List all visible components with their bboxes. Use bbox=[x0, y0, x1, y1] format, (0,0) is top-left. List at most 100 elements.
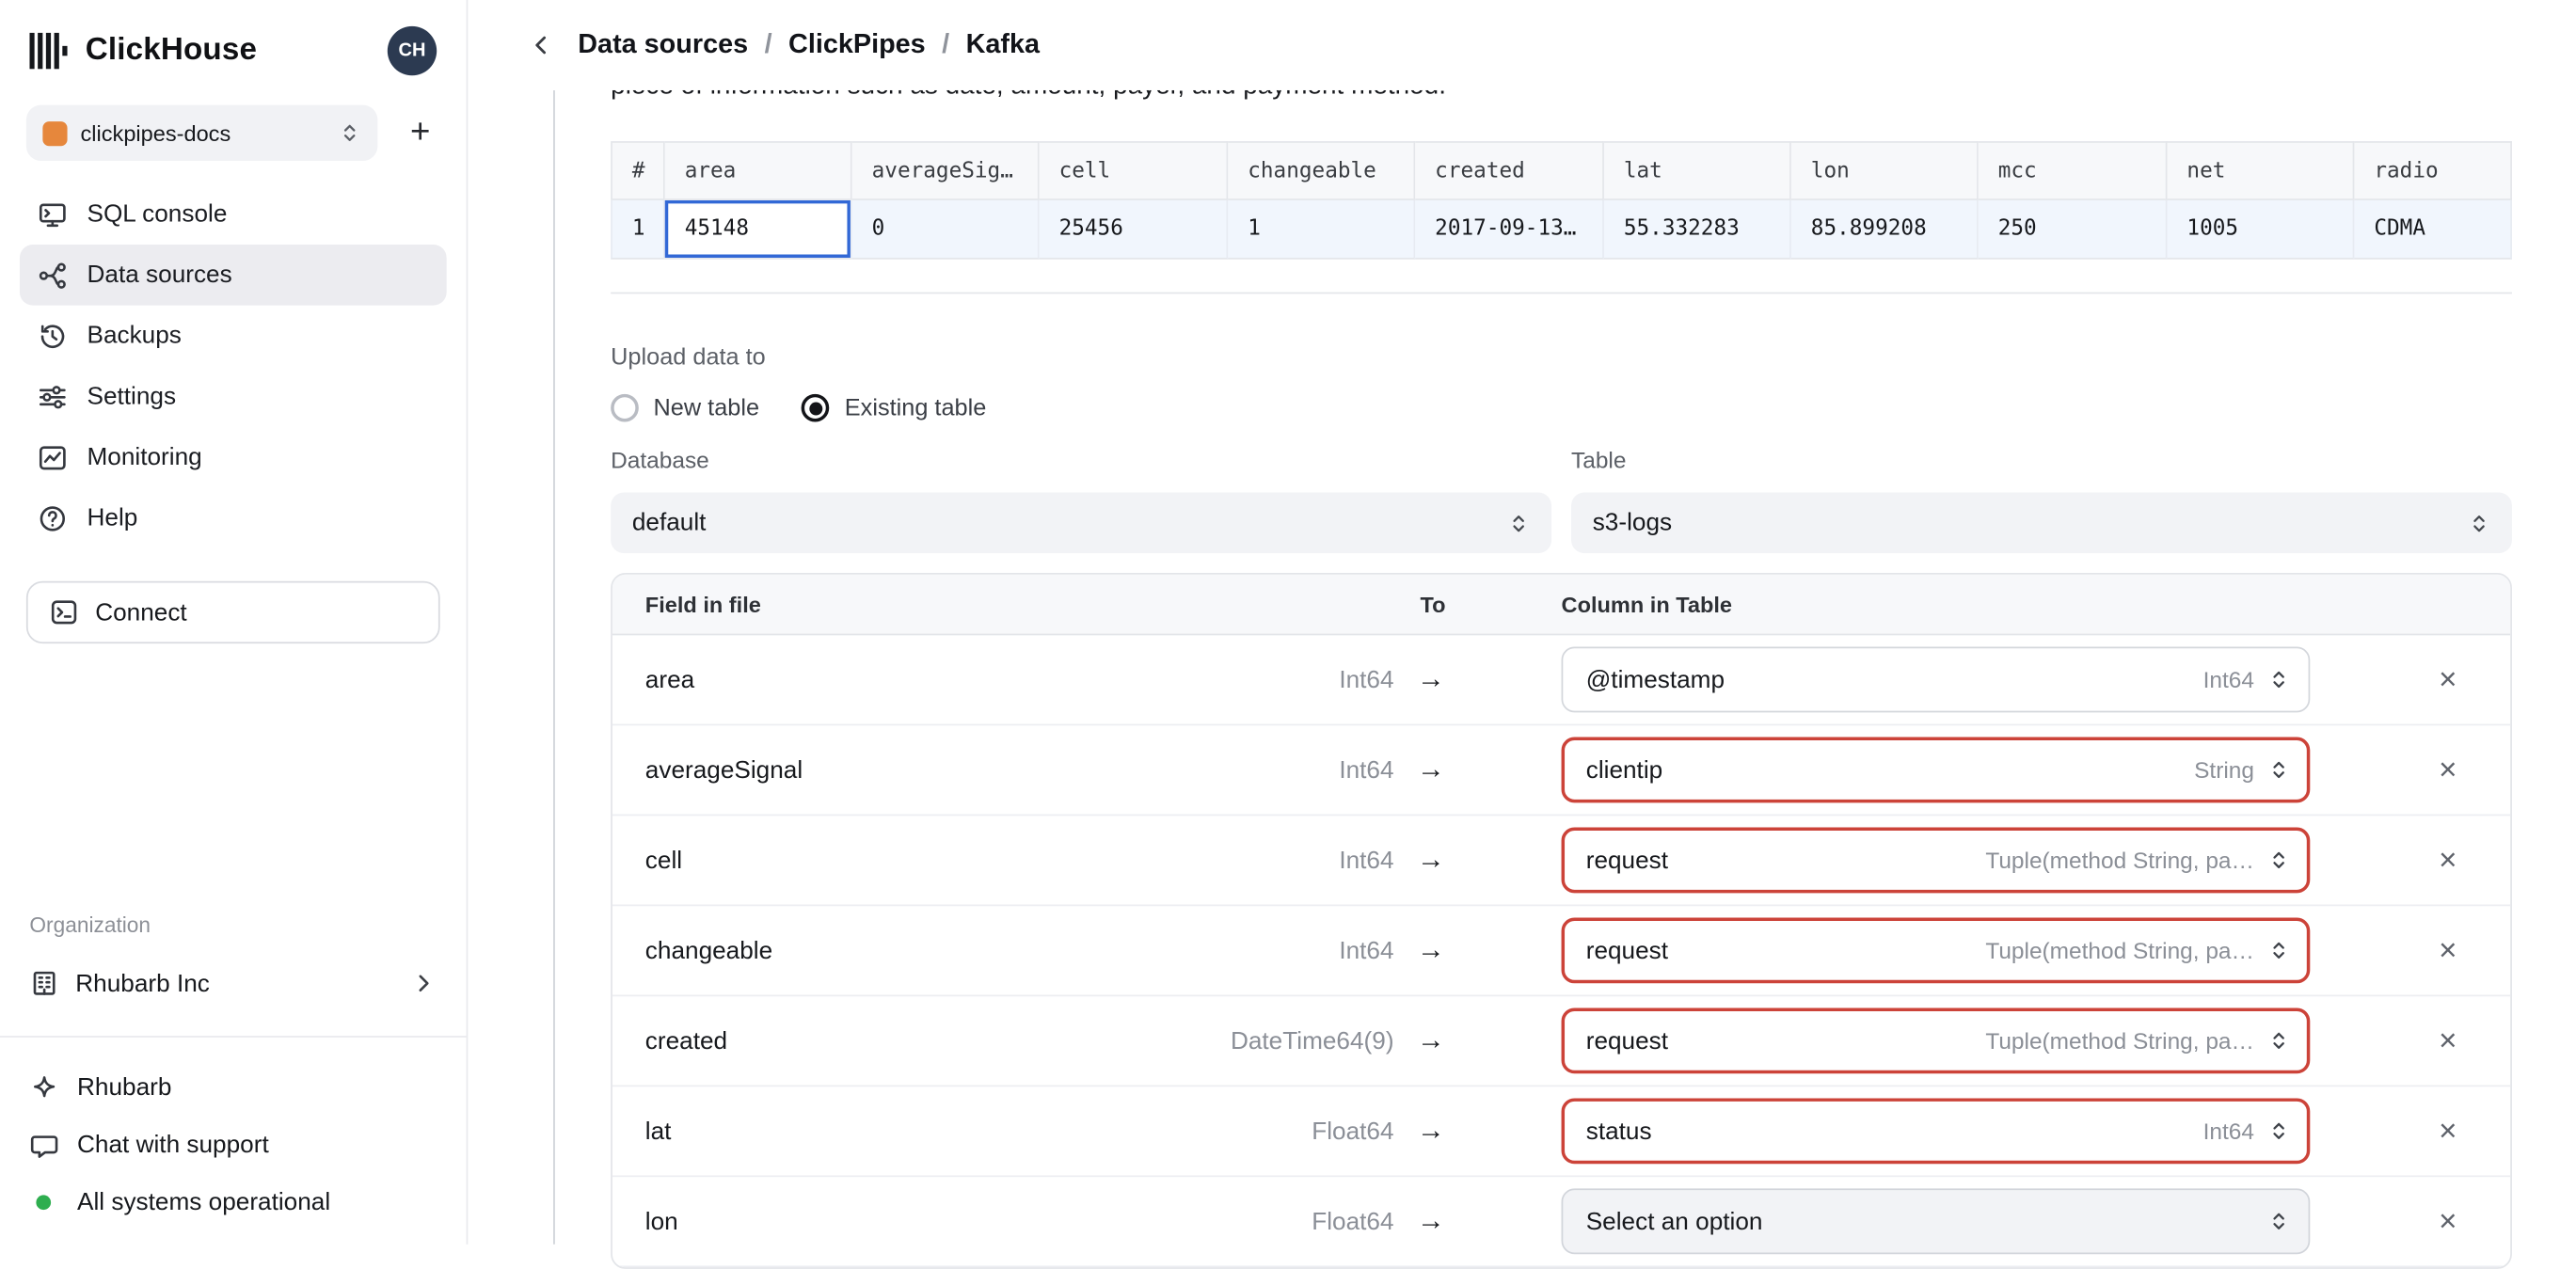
chevron-updown-icon bbox=[2267, 849, 2290, 871]
preview-cell[interactable]: 0 bbox=[851, 199, 1040, 260]
preview-cell[interactable]: 1005 bbox=[2167, 199, 2355, 260]
radio-circle-icon bbox=[802, 393, 831, 422]
vertical-divider bbox=[553, 89, 555, 1245]
preview-column-header: averageSig… bbox=[851, 141, 1040, 200]
footer-item-label: All systems operational bbox=[77, 1188, 331, 1217]
preview-cell-selected[interactable]: 45148 bbox=[664, 199, 852, 260]
sidebar: ClickHouse CH clickpipes-docs + SQL cons… bbox=[0, 0, 469, 1245]
workspace-logo-icon bbox=[42, 120, 68, 146]
preview-cell[interactable]: 25456 bbox=[1039, 199, 1229, 260]
field-name: changeable bbox=[644, 936, 773, 965]
arrow-right-icon: → bbox=[1416, 1204, 1445, 1237]
user-avatar[interactable]: CH bbox=[387, 25, 437, 76]
preview-cell[interactable]: 85.899208 bbox=[1790, 199, 1979, 260]
preview-column-header: area bbox=[664, 141, 852, 200]
add-service-button[interactable]: + bbox=[397, 110, 443, 156]
field-type: Float64 bbox=[1312, 1207, 1394, 1236]
column-name: request bbox=[1585, 1026, 1669, 1055]
remove-mapping-button[interactable]: × bbox=[2439, 664, 2457, 695]
remove-mapping-button[interactable]: × bbox=[2439, 1116, 2457, 1147]
breadcrumb-separator: / bbox=[942, 29, 950, 59]
nav-item-label: SQL console bbox=[87, 199, 228, 229]
column-name: request bbox=[1585, 936, 1669, 965]
column-select[interactable]: Select an option bbox=[1561, 1188, 2311, 1255]
radio-existing-table[interactable]: Existing table bbox=[802, 393, 986, 422]
column-type: Tuple(method String, pa… bbox=[1985, 1027, 2254, 1055]
column-type: String bbox=[2194, 756, 2254, 784]
radio-new-table[interactable]: New table bbox=[611, 393, 759, 422]
sidebar-item-help[interactable]: Help bbox=[20, 487, 447, 548]
table-label: Table bbox=[1571, 446, 1627, 473]
breadcrumb-item[interactable]: ClickPipes bbox=[788, 29, 926, 60]
field-name: averageSignal bbox=[644, 755, 803, 785]
data-preview-table: # area averageSig… cell changeable created lat… bbox=[611, 141, 2512, 294]
nav-item-label: Help bbox=[87, 503, 138, 532]
sidebar-item-sql-console[interactable]: SQL console bbox=[20, 183, 447, 245]
mapping-row: area Int64 → @timestamp Int64 × bbox=[612, 635, 2511, 726]
remove-mapping-button[interactable]: × bbox=[2439, 845, 2457, 876]
mapping-row: lat Float64 → status Int64 × bbox=[612, 1087, 2511, 1178]
arrow-right-icon: → bbox=[1416, 933, 1445, 966]
arrow-right-icon: → bbox=[1416, 1114, 1445, 1147]
breadcrumb-item[interactable]: Kafka bbox=[966, 29, 1040, 60]
connect-button[interactable]: Connect bbox=[25, 580, 440, 644]
column-select[interactable]: request Tuple(method String, pa… bbox=[1561, 827, 2311, 894]
sidebar-item-data-sources[interactable]: Data sources bbox=[19, 245, 447, 306]
field-name: lat bbox=[644, 1117, 672, 1146]
preview-data-row: 1 45148 0 25456 1 2017-09-13… 55.332283 85.8992… bbox=[611, 199, 2512, 260]
sidebar-item-settings[interactable]: Settings bbox=[20, 366, 447, 427]
breadcrumb-item[interactable]: Data sources bbox=[578, 29, 748, 60]
column-select[interactable]: status Int64 bbox=[1561, 1098, 2311, 1165]
mapping-header-column: Column in Table bbox=[1561, 592, 1733, 617]
preview-cell[interactable]: CDMA bbox=[2354, 199, 2512, 260]
arrow-right-icon: → bbox=[1416, 663, 1445, 695]
column-name: status bbox=[1585, 1117, 1652, 1146]
footer-item-chat-with-support[interactable]: Chat with support bbox=[29, 1117, 437, 1174]
upload-data-to-label: Upload data to bbox=[611, 344, 766, 372]
settings-icon bbox=[38, 382, 67, 411]
remove-mapping-button[interactable]: × bbox=[2439, 754, 2457, 785]
preview-cell[interactable]: 55.332283 bbox=[1603, 199, 1791, 260]
arrow-right-icon: → bbox=[1416, 843, 1445, 876]
footer-item-rhubarb[interactable]: Rhubarb bbox=[29, 1059, 437, 1117]
field-mapping-card: Field in file To Column in Table area Int… bbox=[611, 573, 2512, 1269]
field-name: cell bbox=[644, 846, 683, 875]
mapping-row: created DateTime64(9) → request Tuple(method… bbox=[612, 996, 2511, 1087]
remove-mapping-button[interactable]: × bbox=[2439, 1206, 2457, 1237]
organization-name: Rhubarb Inc bbox=[75, 969, 210, 998]
table-select[interactable]: s3-logs bbox=[1571, 492, 2512, 554]
preview-empty-row bbox=[611, 259, 2512, 294]
preview-cell[interactable]: 1 bbox=[1228, 199, 1416, 260]
database-select[interactable]: default bbox=[611, 492, 1552, 554]
chat-icon bbox=[29, 1130, 58, 1159]
column-select[interactable]: request Tuple(method String, pa… bbox=[1561, 1007, 2311, 1074]
mapping-row: averageSignal Int64 → clientip String × bbox=[612, 725, 2511, 817]
field-type: Int64 bbox=[1339, 936, 1394, 965]
remove-mapping-button[interactable]: × bbox=[2439, 1025, 2457, 1056]
sidebar-item-backups[interactable]: Backups bbox=[20, 306, 447, 367]
field-type: Int64 bbox=[1339, 755, 1394, 785]
remove-mapping-button[interactable]: × bbox=[2439, 935, 2457, 966]
column-select[interactable]: request Tuple(method String, pa… bbox=[1561, 917, 2311, 984]
sidebar-nav: SQL console Data sources Backups Settings Mo… bbox=[0, 161, 467, 548]
preview-cell[interactable]: 2017-09-13… bbox=[1415, 199, 1604, 260]
back-button[interactable] bbox=[524, 29, 557, 62]
preview-cell[interactable]: 250 bbox=[1978, 199, 2168, 260]
chevron-updown-icon bbox=[2267, 939, 2290, 961]
table-mode-radios: New table Existing table bbox=[611, 393, 986, 422]
help-icon bbox=[38, 503, 67, 532]
organization-switcher[interactable]: Rhubarb Inc bbox=[29, 963, 437, 1003]
chevron-updown-icon bbox=[2267, 1210, 2290, 1232]
brand-title: ClickHouse bbox=[85, 32, 258, 68]
column-name: @timestamp bbox=[1585, 665, 1725, 694]
table-value: s3-logs bbox=[1592, 508, 1673, 537]
sidebar-item-monitoring[interactable]: Monitoring bbox=[20, 427, 447, 488]
column-select[interactable]: clientip String bbox=[1561, 737, 2311, 803]
nav-item-label: Settings bbox=[87, 382, 177, 411]
workspace-selector[interactable]: clickpipes-docs bbox=[25, 104, 378, 162]
footer-item-all-systems-operational[interactable]: All systems operational bbox=[29, 1174, 437, 1231]
nav-item-label: Backups bbox=[87, 322, 182, 350]
column-select[interactable]: @timestamp Int64 bbox=[1561, 646, 2311, 713]
organization-section: Organization Rhubarb Inc bbox=[0, 912, 467, 1003]
preview-cell[interactable]: 1 bbox=[611, 199, 665, 260]
